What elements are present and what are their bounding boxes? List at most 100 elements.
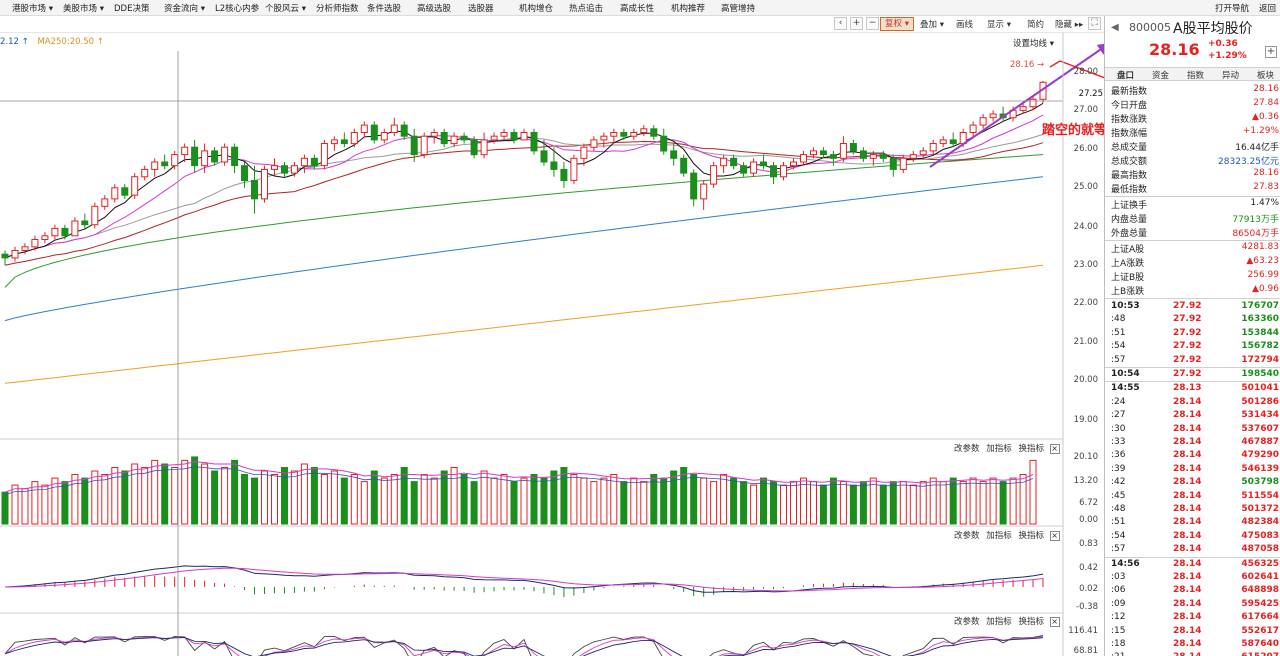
menu-condition-pick[interactable]: 条件选股 (367, 2, 401, 14)
volume-bar (560, 467, 568, 525)
zoom-out-icon[interactable]: − (866, 17, 879, 30)
volume-add-indicator-button[interactable]: 加指标 (986, 444, 1012, 454)
tab-pankou[interactable]: 盘口 (1117, 69, 1134, 81)
back-link[interactable]: 返回 (1259, 2, 1276, 14)
kdj-swap-indicator-button[interactable]: 换指标 (1018, 617, 1044, 627)
tick-volume: 501041 (1241, 383, 1279, 394)
volume-bar (889, 481, 897, 525)
tick-time: :21 (1111, 652, 1125, 656)
candle-body (51, 227, 59, 237)
fullscreen-icon[interactable]: ⛶ (1088, 17, 1101, 30)
menu-us-market[interactable]: 美股市场 ▾ (63, 2, 104, 14)
menu-dde[interactable]: DDE决策 (114, 2, 149, 14)
overlay-dropdown[interactable]: 叠加 ▾ (920, 18, 944, 30)
hide-panel-button[interactable]: 隐藏 ▸▸ (1055, 18, 1083, 30)
volume-bar (121, 470, 129, 525)
menu-stock-cloud[interactable]: 个股风云 ▾ (265, 2, 306, 14)
fuquan-dropdown[interactable]: 复权 ▾ (880, 17, 914, 31)
menu-exec-increase[interactable]: 高管增持 (721, 2, 755, 14)
tick-row: :36 28.14 479290 (1111, 449, 1279, 462)
display-dropdown[interactable]: 显示 ▾ (987, 18, 1011, 30)
candle-body (21, 246, 29, 252)
prev-icon[interactable]: ‹ (834, 17, 847, 30)
tick-volume: 479290 (1241, 450, 1279, 461)
open-nav-link[interactable]: 打开导航 (1215, 2, 1249, 14)
tick-row: :42 28.14 503798 (1111, 476, 1279, 489)
kdj-params-button[interactable]: 改参数 (954, 617, 980, 627)
price-tick: 27.00 (1073, 105, 1098, 115)
tick-row: :57 28.14 487058 (1111, 543, 1279, 556)
menu-hk-market[interactable]: 港股市场 ▾ (12, 2, 53, 14)
candle-body (41, 235, 49, 241)
menu-hot-chase[interactable]: 热点追击 (569, 2, 603, 14)
tick-price: 27.92 (1173, 341, 1202, 352)
stat-label: 最高指数 (1111, 171, 1148, 181)
menu-advanced-pick[interactable]: 高级选股 (417, 2, 451, 14)
candle-body (819, 150, 827, 156)
tick-row: 10:53 27.92 176707 (1111, 300, 1279, 313)
stat-row: 上B涨跌 ▲0.96 (1111, 283, 1279, 297)
volume-bar (91, 470, 99, 525)
macd-add-indicator-button[interactable]: 加指标 (986, 531, 1012, 541)
volume-bar (660, 477, 668, 525)
volume-swap-indicator-button[interactable]: 换指标 (1018, 444, 1044, 454)
stat-label: 指数涨跌 (1111, 115, 1148, 125)
candle-body (380, 132, 388, 141)
volume-params-button[interactable]: 改参数 (954, 444, 980, 454)
candle-body (310, 157, 318, 167)
kline-chart[interactable] (0, 33, 1104, 656)
zoom-in-icon[interactable]: + (850, 17, 863, 30)
menu-high-growth[interactable]: 高成长性 (620, 2, 654, 14)
menu-inst-recommend[interactable]: 机构推荐 (671, 2, 705, 14)
volume-bar (490, 477, 498, 525)
candle-body (31, 239, 39, 248)
tick-time: :33 (1111, 437, 1126, 447)
candle-body (909, 154, 917, 159)
menu-stock-picker[interactable]: 选股器 (468, 2, 494, 14)
volume-bar (111, 467, 119, 525)
tick-volume: 172794 (1241, 354, 1279, 365)
tab-bankuai[interactable]: 板块 (1257, 69, 1274, 81)
tick-row: :15 28.14 552617 (1111, 625, 1279, 638)
candle-body (770, 165, 777, 178)
ma-settings-button[interactable]: 设置均线 ▾ (1013, 37, 1054, 49)
menu-inst-increase[interactable]: 机构增仓 (519, 2, 553, 14)
candle-body (71, 220, 79, 237)
candle-body (181, 146, 189, 156)
candle-body (370, 124, 378, 141)
tab-zhishu[interactable]: 指数 (1187, 69, 1204, 81)
volume-bar (590, 481, 598, 525)
tab-zijin[interactable]: 资金 (1152, 69, 1169, 81)
menu-fund-flow[interactable]: 资金流向 ▾ (164, 2, 205, 14)
volume-bar (41, 484, 49, 525)
candle-body (530, 132, 538, 152)
menu-analyst-index[interactable]: 分析师指数 (316, 2, 359, 14)
add-watchlist-icon[interactable]: + (1265, 46, 1277, 58)
tab-yidong[interactable]: 异动 (1222, 69, 1239, 81)
volume-bar (400, 467, 408, 525)
tick-row: :54 27.92 156782 (1111, 340, 1279, 353)
volume-bar (450, 467, 458, 525)
candle-body (750, 161, 758, 174)
stat-row: 总成交额 28323.25亿元 (1111, 153, 1279, 167)
tick-volume: 617664 (1241, 612, 1279, 623)
tick-row: :27 28.14 531434 (1111, 409, 1279, 422)
tick-price: 28.14 (1173, 517, 1202, 528)
macd-swap-indicator-button[interactable]: 换指标 (1018, 531, 1044, 541)
stat-row: 最低指数 27.83 (1111, 181, 1279, 195)
tick-time: :18 (1111, 639, 1126, 649)
volume-bar (760, 477, 767, 525)
prev-stock-icon[interactable]: ◀ (1111, 22, 1119, 33)
candle-body (281, 165, 288, 174)
candle-body (101, 198, 109, 207)
volume-bar (720, 474, 728, 525)
simple-mode-button[interactable]: 简约 (1027, 18, 1044, 30)
candle-body (760, 161, 767, 167)
macd-params-button[interactable]: 改参数 (954, 531, 980, 541)
menu-l2-insight[interactable]: L2核心内参 (215, 2, 259, 14)
draw-line-button[interactable]: 画线 (956, 18, 973, 30)
candle-body (550, 161, 558, 170)
tick-price: 27.92 (1173, 369, 1202, 379)
kdj-add-indicator-button[interactable]: 加指标 (986, 617, 1012, 627)
tick-volume: 546139 (1241, 463, 1279, 474)
